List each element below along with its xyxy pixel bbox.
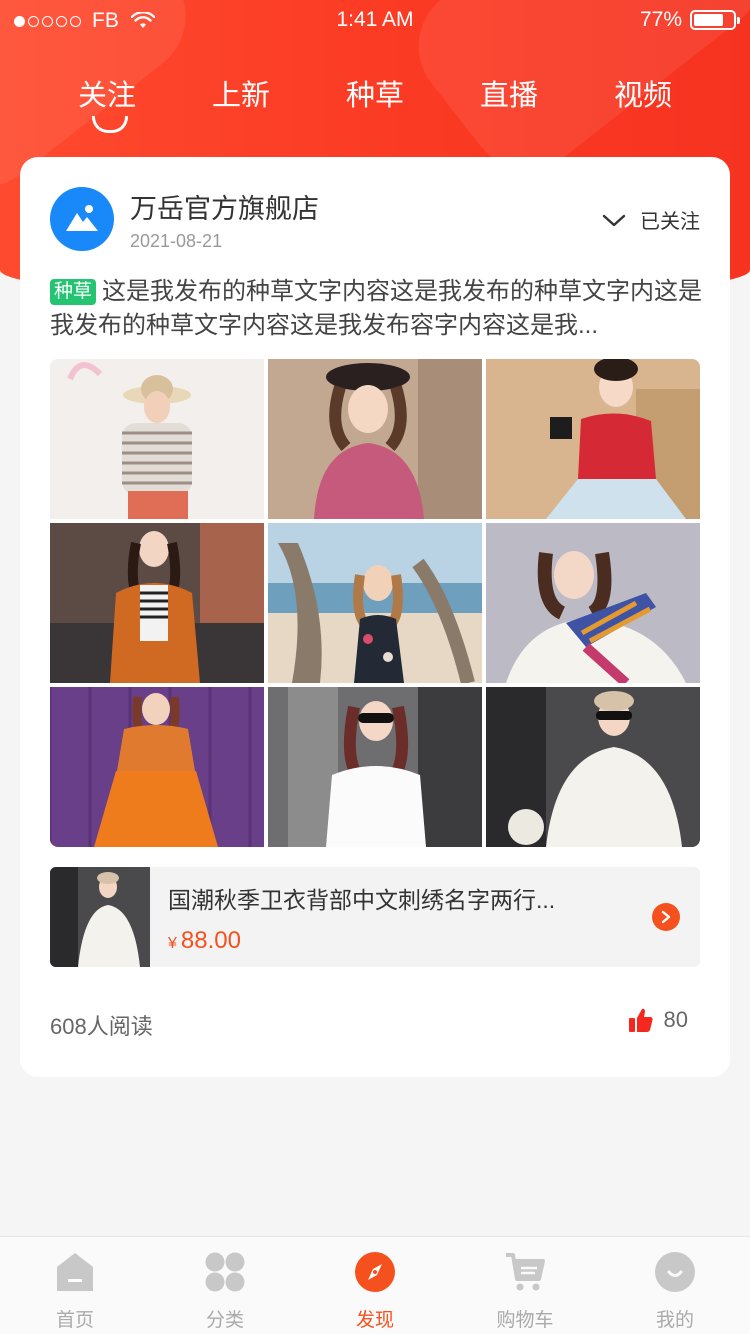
photo-white-lace-top[interactable] — [268, 687, 482, 847]
category-tag: 种草 — [50, 279, 97, 305]
nav-label: 购物车 — [496, 1310, 554, 1331]
category-icon — [205, 1252, 245, 1292]
photo-pink-sweater[interactable] — [268, 359, 482, 519]
photo-grid — [50, 359, 700, 847]
nav-label: 首页 — [55, 1310, 94, 1331]
thumbs-up-icon — [628, 1008, 653, 1032]
photo-beach-dress[interactable] — [268, 523, 482, 683]
currency-symbol: ¥ — [168, 935, 177, 952]
follow-status-label: 已关注 — [640, 211, 700, 233]
check-icon — [602, 214, 626, 226]
photo-white-coat[interactable] — [486, 687, 700, 847]
profile-icon — [655, 1252, 695, 1292]
top-tabs: 关注 上新 种草 直播 视频 — [40, 72, 710, 133]
chevron-right-icon[interactable] — [652, 903, 680, 931]
battery-icon — [690, 10, 740, 30]
status-time: 1:41 AM — [336, 8, 414, 31]
shop-name[interactable]: 万岳官方旗舰店 — [130, 187, 319, 226]
photo-orange-dress[interactable] — [50, 687, 264, 847]
nav-home[interactable]: 首页 — [0, 1237, 150, 1334]
nav-discover[interactable]: 发现 — [300, 1237, 450, 1334]
battery-percent: 77% — [639, 8, 682, 31]
product-price: ¥88.00 — [168, 927, 241, 955]
product-link[interactable]: 国潮秋季卫衣背部中文刺绣名字两行... ¥88.00 — [50, 867, 700, 967]
like-count: 80 — [663, 1007, 688, 1032]
nav-category[interactable]: 分类 — [150, 1237, 300, 1334]
tab-video[interactable]: 视频 — [576, 72, 710, 132]
post-date: 2021-08-21 — [130, 231, 223, 251]
discover-compass-icon — [355, 1252, 395, 1292]
cart-icon — [506, 1253, 545, 1291]
photo-scarf[interactable] — [486, 523, 700, 683]
nav-label: 我的 — [655, 1310, 694, 1331]
follow-status-button[interactable]: 已关注 — [602, 205, 700, 234]
post-meta: 608人阅读 80 — [50, 1005, 688, 1041]
tab-new-arrivals[interactable]: 上新 — [174, 72, 308, 132]
tab-live[interactable]: 直播 — [442, 72, 576, 132]
photo-orange-coat[interactable] — [50, 523, 264, 683]
tab-follow[interactable]: 关注 — [40, 72, 174, 133]
post-card[interactable]: 万岳官方旗舰店 2021-08-21 已关注 种草 这是我发布的种草文字内容这是我… — [20, 157, 730, 1077]
product-thumbnail — [50, 867, 150, 967]
price-value: 88.00 — [180, 927, 241, 954]
tab-recommend[interactable]: 种草 — [308, 72, 442, 132]
nav-cart[interactable]: 购物车 — [450, 1237, 600, 1334]
mountain-logo-icon — [66, 205, 98, 231]
home-icon — [57, 1253, 93, 1291]
product-name: 国潮秋季卫衣背部中文刺绣名字两行... — [168, 887, 556, 913]
photo-striped-tee[interactable] — [50, 359, 264, 519]
nav-profile[interactable]: 我的 — [600, 1237, 750, 1334]
status-bar: FB 1:41 AM 77% — [0, 0, 750, 40]
like-button[interactable]: 80 — [628, 1007, 688, 1033]
shop-avatar[interactable] — [50, 187, 114, 251]
nav-label: 分类 — [205, 1310, 244, 1331]
read-count: 608人阅读 — [50, 1014, 153, 1039]
nav-label: 发现 — [355, 1310, 394, 1331]
bottom-nav: 首页 分类 发现 购物车 我的 — [0, 1236, 750, 1334]
shop-header: 万岳官方旗舰店 2021-08-21 已关注 — [50, 187, 700, 253]
photo-red-top[interactable] — [486, 359, 700, 519]
post-text[interactable]: 种草 这是我发布的种草文字内容这是我发布的种草文字内这是我发布的种草文字内容这是我… — [50, 275, 710, 347]
post-body: 这是我发布的种草文字内容这是我发布的种草文字内这是我发布的种草文字内容这是我发布… — [50, 278, 703, 339]
